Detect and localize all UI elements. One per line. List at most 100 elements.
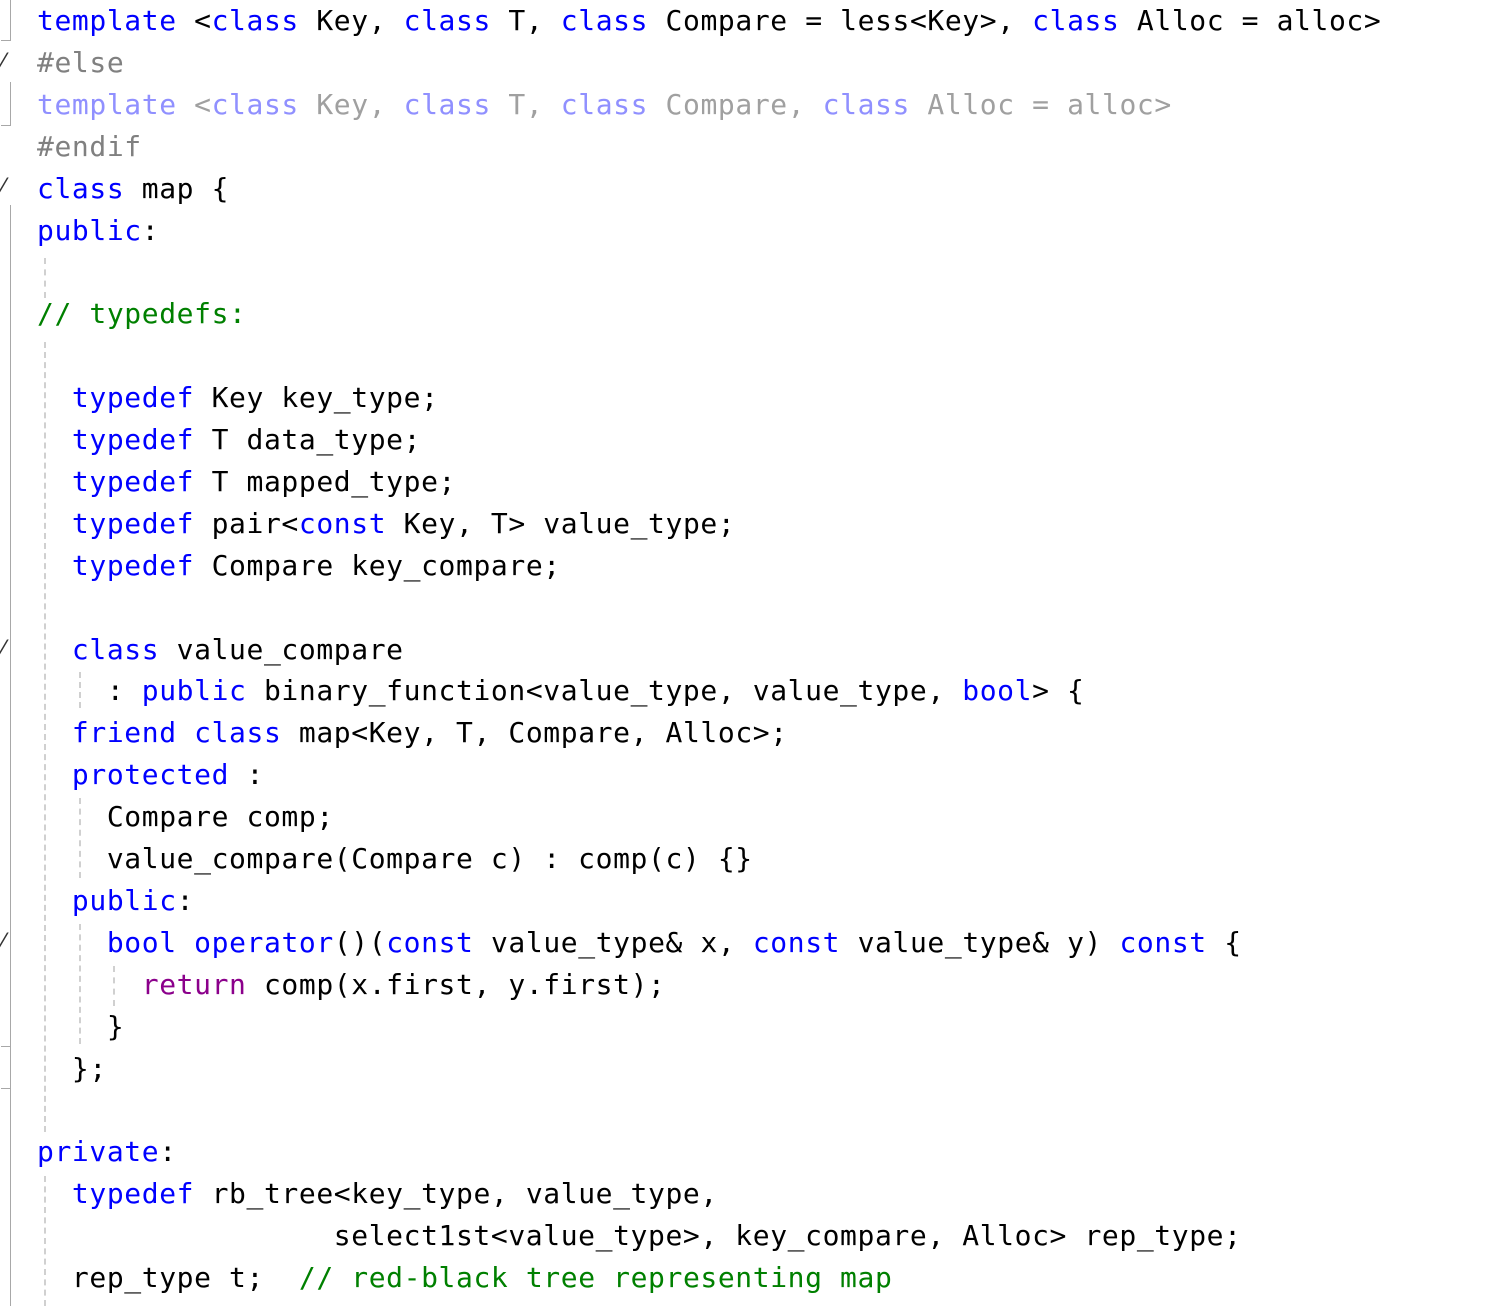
code-token-dimkw: template	[37, 87, 177, 121]
code-token-kw: class	[403, 4, 491, 37]
code-token-cm: // typedefs:	[37, 297, 247, 331]
code-line[interactable]: return comp(x.first, y.first);	[37, 964, 665, 1006]
code-token: Compare = less<Key>,	[648, 4, 1033, 37]
code-line[interactable]: };	[37, 1048, 107, 1090]
code-token: map {	[124, 171, 230, 205]
code-token: > {	[1032, 674, 1085, 708]
code-token: select1st<value_type>, key_compare, Allo…	[37, 1219, 1242, 1253]
code-line[interactable]: typedef T data_type;	[37, 419, 421, 461]
code-token-dimkw: class	[211, 87, 299, 121]
code-line[interactable]: template <class Key, class T, class Comp…	[37, 0, 1381, 42]
fold-region-line	[10, 82, 11, 126]
code-token: :	[176, 883, 195, 917]
code-line[interactable]: bool operator()(const value_type& x, con…	[37, 922, 1242, 964]
code-line[interactable]: private:	[37, 1131, 177, 1173]
code-line[interactable]: select1st<value_type>, key_compare, Allo…	[37, 1215, 1242, 1257]
code-token: binary_function<value_type, value_type,	[246, 674, 963, 708]
code-line[interactable]: typedef rb_tree<key_type, value_type,	[37, 1173, 718, 1215]
code-token-kw: class	[71, 632, 160, 666]
code-token: map<Key, T, Compare, Alloc>;	[281, 716, 788, 750]
code-token-kw: class	[211, 4, 299, 37]
code-line[interactable]: typedef T mapped_type;	[37, 461, 456, 503]
code-token-kw: class	[560, 4, 649, 37]
code-line[interactable]: rep_type t; // red-black tree representi…	[37, 1257, 892, 1299]
code-token-ret: return	[141, 967, 247, 1001]
code-token-kw: typedef	[71, 423, 195, 456]
code-line[interactable]: friend class map<Key, T, Compare, Alloc>…	[37, 712, 788, 754]
code-token: :	[159, 1135, 177, 1169]
fold-toggle-icon[interactable]: ⁄	[1, 639, 5, 661]
fold-toggle-icon[interactable]: ⁄	[1, 52, 5, 74]
code-token-pp: #endif	[37, 129, 142, 163]
code-token-kw: public	[37, 213, 142, 247]
code-line[interactable]: class map {	[37, 168, 229, 210]
code-token: value_compare(Compare c) : comp(c) {}	[37, 842, 753, 875]
code-line[interactable]: #endif	[37, 126, 142, 168]
code-token: };	[37, 1051, 107, 1085]
code-token-kw: typedef	[71, 548, 195, 582]
code-line[interactable]: typedef Compare key_compare;	[37, 545, 561, 587]
code-token: <	[176, 4, 212, 37]
code-token-kw: class	[1032, 4, 1120, 37]
fold-region-line	[10, 205, 11, 1306]
code-token-kw: private	[37, 1135, 160, 1169]
code-line[interactable]: template <class Key, class T, class Comp…	[37, 84, 1172, 126]
code-line[interactable]: typedef pair<const Key, T> value_type;	[37, 503, 735, 545]
code-token-kw: const	[1119, 925, 1207, 959]
code-token: comp(x.first, y.first);	[246, 967, 666, 1001]
code-token: T data_type;	[194, 423, 422, 456]
code-token-kw: typedef	[71, 1177, 195, 1211]
code-editor[interactable]: ⁄ ⁄ ⁄ ⁄ template <class Key, class T, cl…	[0, 0, 1506, 1306]
code-token: :	[37, 674, 142, 708]
code-token: :	[141, 213, 160, 247]
code-line[interactable]: protected :	[37, 754, 264, 796]
code-token-dim: <	[176, 87, 212, 121]
fold-end-marker	[1, 1088, 11, 1089]
code-token: T mapped_type;	[194, 464, 456, 498]
code-token: ()(	[333, 925, 387, 959]
code-token: :	[229, 758, 264, 792]
code-token-kw: public	[71, 883, 177, 917]
fold-toggle-icon[interactable]: ⁄	[1, 932, 5, 954]
code-token-kw: typedef	[71, 464, 195, 498]
code-token-cm: // red-black tree representing map	[298, 1261, 893, 1294]
code-line[interactable]: public:	[37, 880, 194, 922]
fold-gutter[interactable]: ⁄ ⁄ ⁄ ⁄	[0, 0, 30, 1306]
code-token: }	[37, 1009, 125, 1043]
fold-end-marker	[1, 1046, 11, 1047]
code-line[interactable]: typedef Key key_type;	[37, 377, 439, 419]
code-line[interactable]: }	[37, 1006, 124, 1048]
code-token: pair<	[194, 506, 299, 540]
fold-end-marker	[1, 125, 11, 126]
code-token-kw: template	[37, 4, 177, 37]
code-token-pp: #else	[37, 45, 125, 79]
code-line[interactable]: class value_compare	[37, 629, 404, 671]
code-token-kw: protected	[71, 758, 230, 792]
code-token-dim: Compare,	[648, 87, 823, 121]
fold-toggle-icon[interactable]: ⁄	[1, 177, 5, 199]
code-token: Compare comp;	[37, 800, 334, 834]
code-token-dim: Key,	[298, 87, 404, 121]
code-line[interactable]: Compare comp;	[37, 796, 334, 838]
code-token-dim: T,	[490, 87, 561, 121]
code-line[interactable]: // typedefs:	[37, 293, 247, 335]
code-token: value_type& y)	[840, 925, 1120, 959]
code-line[interactable]: public:	[37, 210, 159, 252]
code-token: value_type& x,	[473, 925, 753, 959]
code-line[interactable]: value_compare(Compare c) : comp(c) {}	[37, 838, 753, 880]
code-line[interactable]: #else	[37, 42, 124, 84]
code-token-dimkw: class	[822, 87, 910, 121]
fold-region-line	[10, 0, 11, 40]
code-token-dim: Alloc = alloc>	[909, 87, 1172, 121]
indent-guide	[44, 258, 46, 298]
code-line[interactable]: : public binary_function<value_type, val…	[37, 670, 1084, 712]
